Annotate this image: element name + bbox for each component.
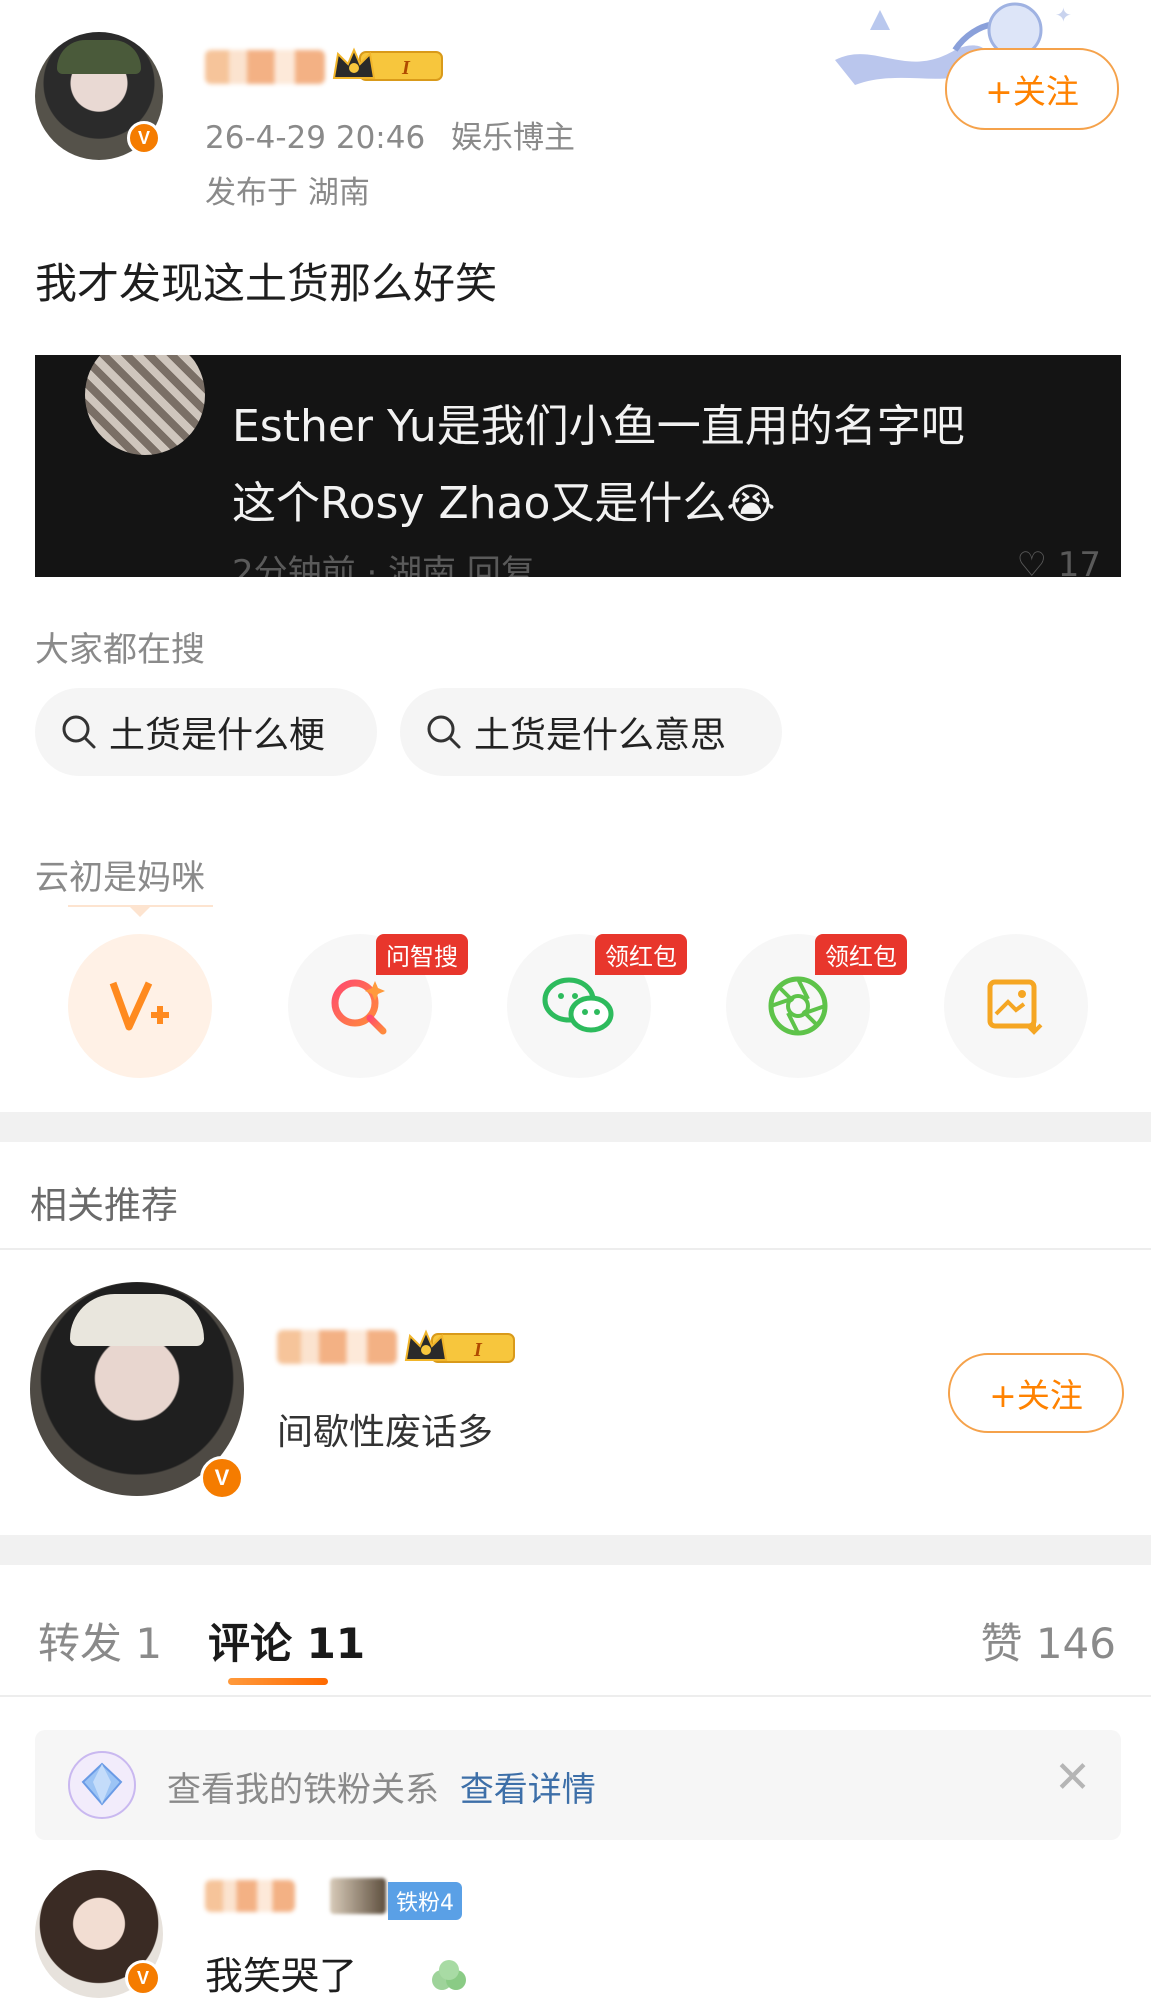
- share-target-label: 云初是妈咪: [35, 858, 205, 898]
- fan-banner-text-row: 查看我的铁粉关系 查看详情: [167, 1762, 596, 1811]
- commenter-medal-blurred: [330, 1878, 386, 1914]
- author-role: 娱乐博主: [451, 120, 576, 156]
- moments-shutter-icon: [768, 976, 828, 1036]
- embed-footer: 2分钟前 · 湖南 回复: [232, 553, 535, 577]
- embed-like-count: 17: [1057, 545, 1101, 577]
- verified-badge-icon: V: [125, 1960, 161, 1996]
- heart-outline-icon: ♡: [1016, 545, 1047, 577]
- member-crown-icon: I: [332, 47, 443, 81]
- embed-avatar: [85, 355, 205, 455]
- thin-divider: [0, 1695, 1151, 1697]
- svg-text:✦: ✦: [1055, 3, 1072, 27]
- embedded-image[interactable]: Esther Yu是我们小鱼一直用的名字吧 这个Rosy Zhao又是什么😭 2…: [35, 355, 1121, 577]
- level-badge-text: I: [401, 57, 411, 79]
- search-icon: [427, 715, 461, 749]
- verified-badge-icon: V: [200, 1456, 244, 1500]
- close-icon[interactable]: ✕: [1054, 1752, 1091, 1803]
- save-image-button[interactable]: [944, 934, 1088, 1078]
- search-chip-1-label: 土货是什么梗: [109, 715, 326, 756]
- post-location: 发布于 湖南: [205, 175, 370, 211]
- tab-repost[interactable]: 转发 1: [38, 1610, 162, 1671]
- pointer-caret-icon: [128, 905, 152, 917]
- search-chip-1[interactable]: 土货是什么梗: [35, 688, 377, 776]
- fan-relationship-banner[interactable]: 查看我的铁粉关系 查看详情 ✕: [35, 1730, 1121, 1840]
- weibo-v-plus-icon: [109, 981, 169, 1031]
- comment-text: 我笑哭了: [205, 1954, 358, 1998]
- wechat-icon: [542, 977, 614, 1033]
- recommended-user-name-blurred[interactable]: [277, 1330, 397, 1364]
- search-chip-2-label: 土货是什么意思: [474, 715, 727, 756]
- red-packet-tag-2: 领红包: [815, 934, 907, 975]
- embed-line-2-text: 这个Rosy Zhao又是什么: [232, 478, 727, 529]
- iron-fan-badge: 铁粉4: [388, 1882, 462, 1920]
- tab-likes[interactable]: 赞 146: [980, 1610, 1116, 1671]
- search-icon: [62, 715, 96, 749]
- trending-search-label: 大家都在搜: [35, 630, 205, 670]
- fan-banner-text: 查看我的铁粉关系: [167, 1770, 439, 1810]
- embed-comment-line-2: 这个Rosy Zhao又是什么😭: [232, 467, 775, 531]
- tab-comments[interactable]: 评论 11: [208, 1610, 365, 1671]
- post-time: 26-4-29 20:46: [205, 120, 426, 156]
- active-tab-indicator: [228, 1678, 328, 1685]
- recommended-follow-button[interactable]: +关注: [948, 1353, 1124, 1433]
- follow-button[interactable]: +关注: [945, 48, 1119, 130]
- section-divider: [0, 1112, 1151, 1142]
- level-badge-text: I: [473, 1339, 483, 1361]
- embed-like: ♡ 17: [1016, 545, 1101, 577]
- embed-comment-line-1: Esther Yu是我们小鱼一直用的名字吧: [232, 401, 965, 452]
- post-body-text: 我才发现这土货那么好笑: [35, 259, 498, 308]
- search-chip-2[interactable]: 土货是什么意思: [400, 688, 782, 776]
- thin-divider: [0, 1248, 1151, 1250]
- verified-badge-icon: V: [127, 121, 161, 155]
- commenter-name-blurred[interactable]: [205, 1880, 295, 1912]
- section-divider: [0, 1535, 1151, 1565]
- related-title: 相关推荐: [30, 1184, 178, 1227]
- author-name-blurred[interactable]: [205, 50, 325, 84]
- share-weibo-button[interactable]: [68, 934, 212, 1078]
- view-details-link[interactable]: 查看详情: [460, 1770, 596, 1810]
- diamond-gem-icon: [68, 1751, 136, 1819]
- post-meta-line: 26-4-29 20:46 娱乐博主: [205, 112, 575, 157]
- ask-tag: 问智搜: [376, 934, 468, 975]
- member-crown-icon: I: [404, 1329, 515, 1363]
- recommended-user-bio: 间歇性废话多: [277, 1412, 494, 1453]
- smart-search-icon: [331, 979, 387, 1035]
- clover-sticker-icon: [432, 1960, 466, 1990]
- save-image-icon: [987, 979, 1043, 1035]
- red-packet-tag-1: 领红包: [595, 934, 687, 975]
- crying-laugh-icon: 😭: [726, 479, 776, 528]
